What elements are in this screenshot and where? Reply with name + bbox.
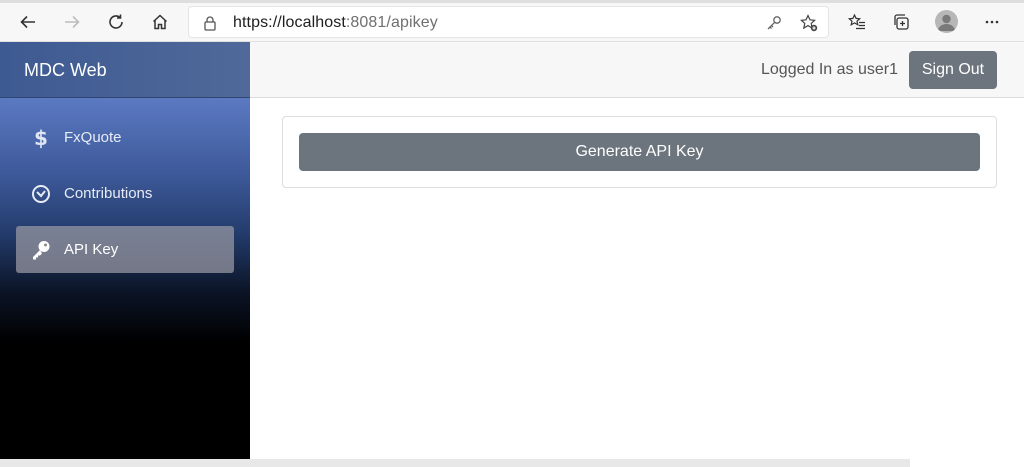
logged-in-status: Logged In as user1 — [761, 61, 898, 78]
favorites-button[interactable] — [842, 7, 872, 37]
back-button[interactable] — [13, 7, 43, 37]
home-icon — [152, 14, 168, 30]
dollar-icon: $ — [34, 127, 48, 149]
add-favorite-icon[interactable] — [800, 14, 818, 32]
browser-toolbar: https://localhost:8081/apikey — [0, 0, 1024, 42]
tab-strip — [0, 0, 1024, 3]
home-button[interactable] — [145, 7, 175, 37]
sidebar-item-fxquote[interactable]: $ FxQuote — [16, 114, 234, 161]
status-bar — [0, 459, 910, 467]
sidebar-item-label: API Key — [64, 241, 119, 258]
user-icon — [938, 14, 955, 31]
sidebar-item-label: FxQuote — [64, 129, 122, 146]
svg-text:$: $ — [34, 127, 48, 149]
favorites-list-icon — [848, 13, 865, 30]
back-arrow-icon — [20, 15, 35, 29]
settings-more-button[interactable] — [977, 7, 1007, 37]
reload-button[interactable] — [101, 7, 131, 37]
top-bar: Logged In as user1 Sign Out — [250, 42, 1024, 98]
address-bar[interactable]: https://localhost:8081/apikey — [188, 6, 829, 38]
sidebar-item-api-key[interactable]: API Key — [16, 226, 234, 273]
sidebar-item-label: Contributions — [64, 185, 153, 202]
key-icon — [33, 241, 50, 260]
generate-api-key-button[interactable]: Generate API Key — [299, 133, 980, 171]
url-host: https://localhost — [233, 14, 346, 31]
sidebar: MDC Web $ FxQuote Contributions API Key — [0, 42, 250, 467]
url-path: :8081/apikey — [345, 14, 438, 31]
collections-button[interactable] — [886, 7, 916, 37]
reload-icon — [109, 14, 123, 29]
profile-avatar[interactable] — [935, 10, 958, 33]
brand-header: MDC Web — [0, 42, 250, 98]
sign-out-button[interactable]: Sign Out — [909, 51, 997, 89]
brand-title[interactable]: MDC Web — [24, 60, 107, 81]
sidebar-item-contributions[interactable]: Contributions — [16, 170, 234, 217]
lock-icon[interactable] — [203, 15, 217, 31]
address-url[interactable]: https://localhost:8081/apikey — [233, 14, 438, 32]
forward-button[interactable] — [57, 7, 87, 37]
api-key-card: Generate API Key — [282, 116, 997, 188]
password-key-icon[interactable] — [765, 14, 783, 32]
gauge-icon — [32, 185, 50, 203]
collections-icon — [894, 14, 909, 30]
more-dots-icon — [985, 20, 999, 24]
forward-arrow-icon — [65, 15, 80, 29]
